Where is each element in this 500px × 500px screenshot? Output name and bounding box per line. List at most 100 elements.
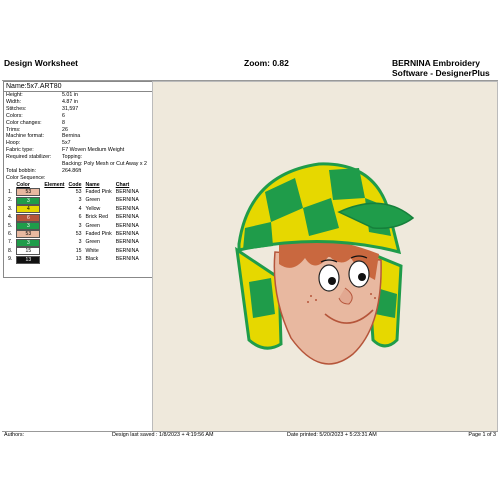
property-label: Stitches: xyxy=(6,105,27,112)
color-swatch: 3 xyxy=(16,196,41,205)
color-index: 5. xyxy=(8,222,13,229)
property-value: 5x7 xyxy=(62,140,71,147)
thread-code: 3 xyxy=(78,197,82,204)
element-cell xyxy=(42,197,66,205)
property-row: Stitches: 31,597 xyxy=(4,106,152,113)
color-swatch: 13 xyxy=(16,255,41,264)
property-row: Color changes: 8 xyxy=(4,120,152,127)
property-row: Backing: Poly Mesh or Cut Away x 2 xyxy=(4,161,152,168)
color-row: 3. 4 4 Yellow BERNINA xyxy=(6,205,141,214)
element-cell xyxy=(42,230,66,238)
element-cell xyxy=(42,214,66,222)
design-name: Name:5x7.ART80 xyxy=(4,82,152,92)
software-line-2: Software - DesignerPlus xyxy=(392,68,490,78)
property-label xyxy=(6,161,62,168)
color-index: 6. xyxy=(8,230,13,237)
thread-chart: BERNINA xyxy=(115,247,139,254)
property-label: Width: xyxy=(6,98,22,105)
color-swatch-cell: 4 xyxy=(14,205,42,214)
color-swatch-cell: 3 xyxy=(14,196,42,205)
design-preview-canvas xyxy=(152,81,498,432)
thread-name: Green xyxy=(85,197,100,204)
color-swatch-cell: 13 xyxy=(14,255,42,264)
page-number: Page 1 of 3 xyxy=(468,432,496,438)
property-label: Hoop: xyxy=(6,140,21,147)
thread-code: 13 xyxy=(75,256,82,263)
property-row: Total bobbin: 264.86ft xyxy=(4,168,152,175)
worksheet-title: Design Worksheet xyxy=(4,58,79,68)
thread-name: Yellow xyxy=(85,205,101,212)
color-index: 8. xyxy=(8,247,13,254)
element-cell xyxy=(42,247,66,255)
element-cell xyxy=(42,222,66,230)
property-label: Total bobbin: xyxy=(6,167,37,174)
property-value: 26 xyxy=(62,126,68,133)
property-row: Hoop: 5x7 xyxy=(4,140,152,147)
footer-divider xyxy=(2,431,498,432)
color-swatch: 3 xyxy=(16,222,41,230)
property-value: Bernina xyxy=(62,133,81,140)
color-index: 1. xyxy=(8,188,13,195)
element-cell xyxy=(42,205,66,213)
thread-chart: BERNINA xyxy=(115,230,139,237)
color-index: 7. xyxy=(8,239,13,246)
element-cell xyxy=(42,188,66,196)
color-swatch: 3 xyxy=(16,238,41,247)
element-cell xyxy=(42,239,66,247)
thread-name: Brick Red xyxy=(85,214,108,221)
color-row: 9. 13 13 Black BERNINA xyxy=(6,255,141,264)
last-saved: Design last saved : 1/8/2023 + 4:19:56 A… xyxy=(112,432,214,438)
property-row: Trims: 26 xyxy=(4,127,152,134)
thread-chart: BERNINA xyxy=(115,239,139,246)
color-sequence-label: Color Sequence: xyxy=(6,174,46,181)
property-value: Topping: xyxy=(62,154,83,161)
property-value: 264.86ft xyxy=(62,167,82,174)
thread-chart: BERNINA xyxy=(115,197,139,204)
col-code: Code xyxy=(68,181,82,188)
thread-chart: BERNINA xyxy=(115,188,139,195)
color-sequence-table: Color Element Code Name Chart 1. 53 53 Fade… xyxy=(6,182,141,264)
element-cell xyxy=(42,256,66,264)
color-row: 7. 3 3 Green BERNINA xyxy=(6,238,141,247)
thread-chart: BERNINA xyxy=(115,205,139,212)
thread-name: Faded Pink xyxy=(85,188,112,195)
thread-name: Green xyxy=(85,222,100,229)
worksheet-header: Design Worksheet Zoom: 0.82 BERNINA Embr… xyxy=(4,58,496,82)
thread-code: 53 xyxy=(75,188,82,195)
property-label: Trims: xyxy=(6,126,21,133)
property-value: Backing: Poly Mesh or Cut Away x 2 xyxy=(62,161,147,168)
thread-code: 6 xyxy=(78,214,82,221)
property-row: Width: 4.87 in xyxy=(4,99,152,106)
color-swatch: 53 xyxy=(16,188,41,197)
color-swatch-cell: 3 xyxy=(14,222,42,230)
color-swatch-cell: 6 xyxy=(14,213,42,222)
thread-code: 3 xyxy=(78,239,82,246)
property-value: 5.01 in xyxy=(62,92,78,98)
thread-name: White xyxy=(85,247,99,254)
thread-name: Black xyxy=(85,256,99,263)
property-value: 8 xyxy=(62,119,65,126)
thread-chart: BERNINA xyxy=(115,214,139,221)
property-value: F7 Woven Medium Weight xyxy=(62,147,125,154)
property-row: Fabric type: F7 Woven Medium Weight xyxy=(4,147,152,154)
thread-name: Faded Pink xyxy=(85,230,112,237)
col-element: Element xyxy=(44,181,65,188)
property-row: Machine format: Bernina xyxy=(4,133,152,140)
color-row: 4. 6 6 Brick Red BERNINA xyxy=(6,213,141,222)
property-value: 6 xyxy=(62,112,65,119)
color-swatch: 53 xyxy=(16,230,41,239)
color-index: 2. xyxy=(8,197,13,204)
design-info-panel: Name:5x7.ART80 Height: 5.01 in Width: 4.87 … xyxy=(3,81,153,278)
thread-chart: BERNINA xyxy=(115,222,139,229)
color-index: 4. xyxy=(8,214,13,221)
color-swatch: 6 xyxy=(16,213,41,222)
color-swatch-cell: 15 xyxy=(14,247,42,256)
thread-chart: BERNINA xyxy=(115,256,139,263)
property-row: Height: 5.01 in xyxy=(4,92,152,99)
color-swatch-cell: 53 xyxy=(14,230,42,239)
color-swatch: 4 xyxy=(16,205,41,214)
color-swatch-cell: 53 xyxy=(14,188,42,197)
software-name: BERNINA Embroidery Software - DesignerPl… xyxy=(392,58,496,78)
design-properties: Height: 5.01 in Width: 4.87 in Stitches: 31,5… xyxy=(4,92,152,175)
color-row: 1. 53 53 Faded Pink BERNINA xyxy=(6,188,141,197)
